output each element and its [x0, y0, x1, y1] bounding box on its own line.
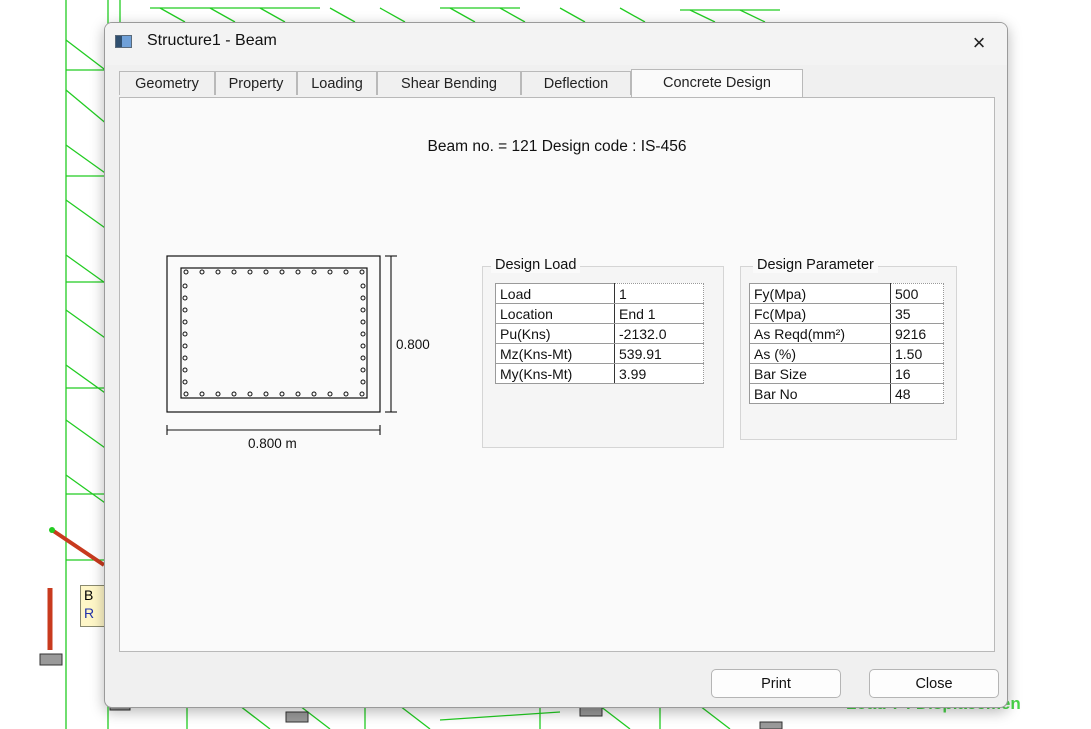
design-load-group: Design Load Load 1 Location End 1 Pu(Kns) -… [482, 257, 724, 448]
design-parameter-title: Design Parameter [753, 257, 878, 273]
print-button[interactable]: Print [711, 669, 841, 698]
close-button[interactable]: Close [869, 669, 999, 698]
app-icon [115, 35, 132, 48]
table-row: As Reqd(mm²) 9216 [749, 323, 944, 344]
row-label: Bar No [749, 383, 891, 404]
design-load-table: Load 1 Location End 1 Pu(Kns) -2132.0 Mz(Kn… [495, 283, 704, 384]
beam-dialog: Structure1 - Beam × Geometry Property Lo… [104, 22, 1008, 708]
row-label: As (%) [749, 343, 891, 364]
tab-shear-bending[interactable]: Shear Bending [377, 71, 521, 95]
tooltip-line-1: B [84, 587, 94, 603]
concrete-design-panel: Beam no. = 121 Design code : IS-456 0.80… [119, 97, 995, 652]
row-value: 500 [890, 283, 944, 304]
design-parameter-table: Fy(Mpa) 500 Fc(Mpa) 35 As Reqd(mm²) 9216 As… [749, 283, 944, 404]
table-row: My(Kns-Mt) 3.99 [495, 363, 704, 384]
row-value: -2132.0 [614, 323, 704, 344]
row-value: 1.50 [890, 343, 944, 364]
row-label: Mz(Kns-Mt) [495, 343, 615, 364]
row-label: Fy(Mpa) [749, 283, 891, 304]
close-icon[interactable]: × [961, 26, 997, 60]
row-value: 539.91 [614, 343, 704, 364]
row-label: Bar Size [749, 363, 891, 384]
table-row: Fy(Mpa) 500 [749, 283, 944, 304]
table-row: Location End 1 [495, 303, 704, 324]
row-label: Load [495, 283, 615, 304]
row-value: 48 [890, 383, 944, 404]
row-label: Location [495, 303, 615, 324]
row-value: 3.99 [614, 363, 704, 384]
title-bar[interactable]: Structure1 - Beam × [105, 23, 1007, 65]
window-title: Structure1 - Beam [147, 32, 277, 49]
tab-concrete-design[interactable]: Concrete Design [631, 69, 803, 97]
section-drawing [166, 255, 397, 435]
table-row: As (%) 1.50 [749, 343, 944, 364]
row-value: 1 [614, 283, 704, 304]
tab-deflection[interactable]: Deflection [521, 71, 631, 95]
dimension-lines [166, 255, 397, 435]
member-tooltip: B R [80, 585, 106, 627]
table-row: Mz(Kns-Mt) 539.91 [495, 343, 704, 364]
row-value: 35 [890, 303, 944, 324]
table-row: Bar Size 16 [749, 363, 944, 384]
section-width-label: 0.800 m [248, 436, 297, 451]
tooltip-line-2: R [84, 605, 95, 621]
row-label: Fc(Mpa) [749, 303, 891, 324]
beam-design-header: Beam no. = 121 Design code : IS-456 [427, 138, 687, 155]
row-value: 16 [890, 363, 944, 384]
row-value: End 1 [614, 303, 704, 324]
tab-geometry[interactable]: Geometry [119, 71, 215, 95]
row-label: As Reqd(mm²) [749, 323, 891, 344]
table-row: Bar No 48 [749, 383, 944, 404]
tab-loading[interactable]: Loading [297, 71, 377, 95]
section-depth-label: 0.800 [396, 337, 430, 352]
row-label: Pu(Kns) [495, 323, 615, 344]
table-row: Load 1 [495, 283, 704, 304]
row-label: My(Kns-Mt) [495, 363, 615, 384]
rebar-dots [182, 269, 366, 397]
table-row: Fc(Mpa) 35 [749, 303, 944, 324]
tab-property[interactable]: Property [215, 71, 297, 95]
row-value: 9216 [890, 323, 944, 344]
design-load-title: Design Load [491, 257, 581, 273]
design-parameter-group: Design Parameter Fy(Mpa) 500 Fc(Mpa) 35 As… [740, 257, 957, 440]
table-row: Pu(Kns) -2132.0 [495, 323, 704, 344]
